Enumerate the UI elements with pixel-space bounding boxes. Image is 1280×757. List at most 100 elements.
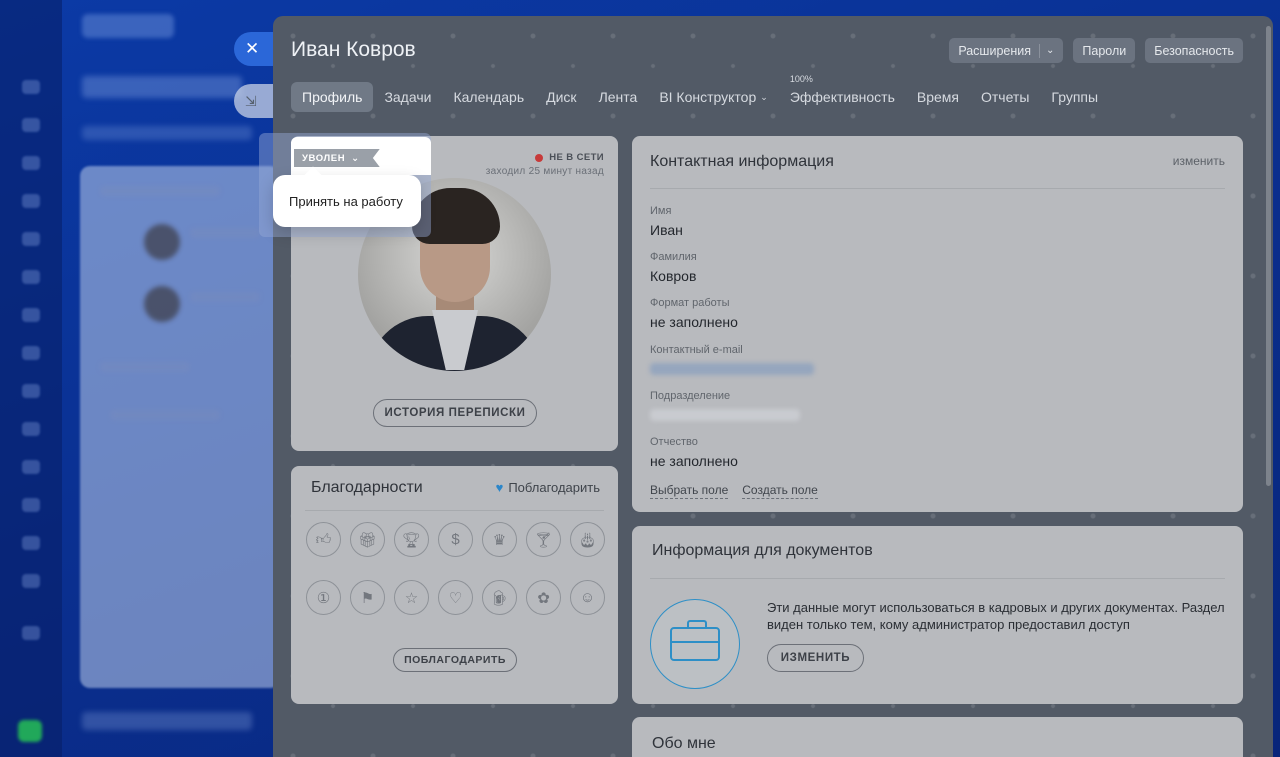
profile-slider: Иван Ковров Расширения ⌄ Пароли Безопасн…	[273, 16, 1273, 757]
star-icon[interactable]: ☆	[394, 580, 429, 615]
tab-profile[interactable]: Профиль	[291, 82, 374, 112]
nav-icon	[22, 536, 40, 550]
choose-field-link[interactable]: Выбрать поле	[650, 483, 729, 499]
briefcase-badge	[650, 599, 740, 689]
thanks-card: Благодарности ♥ Поблагодарить 👍︎ 🎁︎ 🏆︎ $…	[291, 466, 618, 704]
chat-status-icon	[18, 720, 42, 742]
tab-calendar[interactable]: Календарь	[442, 82, 535, 112]
field-label: Подразделение	[650, 390, 731, 402]
beer-icon[interactable]: 🍺︎	[482, 580, 517, 615]
rehire-menu-item[interactable]: Принять на работу	[273, 175, 421, 227]
heart-icon[interactable]: ♡	[438, 580, 473, 615]
chat-history-button[interactable]: ИСТОРИЯ ПЕРЕПИСКИ	[373, 399, 537, 427]
chevron-down-icon: ⌄	[351, 152, 360, 164]
tab-disk[interactable]: Диск	[535, 82, 587, 112]
nav-icon	[22, 626, 40, 640]
nav-icon	[22, 308, 40, 322]
bg-line	[190, 228, 260, 238]
bg-line	[100, 186, 220, 196]
status-ribbon-label: УВОЛЕН	[302, 152, 346, 164]
field-work-format: Формат работы не заполнено	[650, 297, 738, 330]
scrollbar[interactable]	[1266, 26, 1271, 486]
bg-line	[100, 362, 190, 372]
bg-topbar-pill	[82, 14, 174, 38]
last-seen: заходил 25 минут назад	[485, 166, 604, 177]
extensions-label: Расширения	[958, 43, 1032, 58]
thanks-title: Благодарности	[311, 479, 423, 496]
crown-icon[interactable]: ♛	[482, 522, 517, 557]
bg-avatar	[144, 286, 180, 322]
offline-dot-icon	[535, 153, 544, 162]
divider	[305, 510, 604, 511]
trophy-icon[interactable]: 🏆︎	[394, 522, 429, 557]
close-icon: ✕	[245, 39, 260, 58]
field-department: Подразделение	[650, 390, 800, 421]
field-label: Фамилия	[650, 251, 697, 263]
tab-reports[interactable]: Отчеты	[970, 82, 1040, 112]
bg-line	[110, 410, 220, 420]
field-value[interactable]: не заполнено	[650, 314, 738, 330]
email-value-blurred[interactable]	[650, 363, 814, 375]
chevron-down-icon[interactable]: ⌄	[1046, 45, 1054, 56]
contact-info-title: Контактная информация	[650, 153, 834, 170]
field-value[interactable]: Ковров	[650, 268, 697, 284]
extensions-button[interactable]: Расширения ⌄	[949, 38, 1064, 63]
number-one-icon[interactable]: ①	[306, 580, 341, 615]
security-button[interactable]: Безопасность	[1145, 38, 1243, 63]
nav-icon	[22, 80, 40, 94]
bg-card	[80, 166, 280, 688]
documents-edit-button[interactable]: ИЗМЕНИТЬ	[767, 644, 864, 672]
tab-efficiency[interactable]: 100% Эффективность	[779, 74, 906, 112]
documents-info-card: Информация для документов Эти данные мог…	[632, 526, 1243, 704]
department-value-blurred[interactable]	[650, 409, 800, 421]
flag-icon[interactable]: ⚑	[350, 580, 385, 615]
contact-info-card: Контактная информация изменить Имя Иван …	[632, 136, 1243, 512]
tab-tasks[interactable]: Задачи	[373, 82, 442, 112]
thanks-badges: 👍︎ 🎁︎ 🏆︎ $ ♛ 🍸︎ 🎂︎ ① ⚑ ☆ ♡ 🍺︎ ✿ ☺	[306, 522, 606, 615]
field-last-name: Фамилия Ковров	[650, 251, 697, 284]
fired-status-ribbon[interactable]: УВОЛЕН ⌄	[294, 149, 380, 167]
nav-icon	[22, 460, 40, 474]
minimize-icon: ⇲	[245, 92, 257, 109]
cocktail-icon[interactable]: 🍸︎	[526, 522, 561, 557]
page-title: Иван Ковров	[291, 38, 416, 61]
field-label: Отчество	[650, 436, 698, 448]
field-value[interactable]: Иван	[650, 222, 683, 238]
nav-icon	[22, 384, 40, 398]
cake-icon[interactable]: 🎂︎	[570, 522, 605, 557]
passwords-button[interactable]: Пароли	[1073, 38, 1136, 63]
field-middle-name: Отчество не заполнено	[650, 436, 738, 469]
slider-minimize-button[interactable]: ⇲	[234, 84, 278, 118]
nav-icon	[22, 422, 40, 436]
nav-icon	[22, 346, 40, 360]
about-me-card: Обо мне	[632, 717, 1243, 757]
bg-line	[190, 292, 260, 302]
divider	[650, 578, 1225, 579]
efficiency-badge: 100%	[789, 74, 813, 84]
field-actions: Выбрать поле Создать поле	[650, 483, 818, 499]
field-label: Контактный e-mail	[650, 344, 743, 356]
thank-link[interactable]: ♥ Поблагодарить	[496, 480, 600, 495]
left-nav	[0, 0, 62, 757]
tab-feed[interactable]: Лента	[588, 82, 649, 112]
heart-icon: ♥	[495, 480, 504, 495]
thank-button[interactable]: ПОБЛАГОДАРИТЬ	[393, 648, 517, 672]
tab-bi-constructor[interactable]: BI Конструктор ⌄	[648, 82, 779, 112]
tab-groups[interactable]: Группы	[1040, 82, 1109, 112]
thumbs-up-icon[interactable]: 👍︎	[306, 522, 341, 557]
money-bag-icon[interactable]: $	[438, 522, 473, 557]
header-actions: Расширения ⌄ Пароли Безопасность	[949, 38, 1243, 63]
documents-description: Эти данные могут использоваться в кадров…	[767, 600, 1225, 632]
field-label: Формат работы	[650, 297, 730, 309]
create-field-link[interactable]: Создать поле	[742, 483, 818, 499]
smile-icon[interactable]: ☺	[570, 580, 605, 615]
bg-page-title	[82, 76, 242, 98]
flower-icon[interactable]: ✿	[526, 580, 561, 615]
slider-close-button[interactable]: ✕	[234, 32, 278, 66]
field-value[interactable]: не заполнено	[650, 453, 738, 469]
gift-icon[interactable]: 🎁︎	[350, 522, 385, 557]
contact-edit-link[interactable]: изменить	[1173, 154, 1225, 168]
tab-time[interactable]: Время	[906, 82, 970, 112]
bg-avatar	[144, 224, 180, 260]
bg-subtitle	[82, 126, 252, 140]
